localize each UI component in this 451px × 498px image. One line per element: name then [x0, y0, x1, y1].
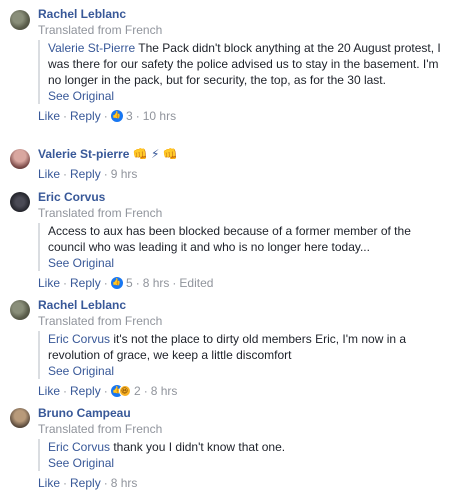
reply-button[interactable]: Reply: [70, 384, 101, 398]
like-button[interactable]: Like: [38, 167, 60, 181]
laughing-face-icon: 😆: [118, 385, 131, 397]
reaction-count[interactable]: 2: [134, 384, 141, 398]
comment-text: Valerie St-Pierre The Pack didn't block …: [38, 40, 443, 104]
mention-link[interactable]: Valerie St-Pierre: [48, 41, 135, 55]
comment-body: thank you I didn't know that one.: [110, 440, 286, 454]
reaction-badge[interactable]: 👍 😆: [110, 385, 131, 397]
avatar[interactable]: [10, 300, 30, 320]
translated-label: Translated from French: [38, 422, 163, 436]
reaction-badge[interactable]: 👍: [110, 277, 123, 289]
like-button[interactable]: Like: [38, 384, 60, 398]
reaction-badge[interactable]: 👍: [110, 110, 123, 122]
see-original-link[interactable]: See Original: [48, 255, 443, 271]
avatar[interactable]: [10, 408, 30, 428]
comment-author[interactable]: Eric Corvus: [38, 189, 443, 205]
avatar[interactable]: [10, 149, 30, 169]
thumbs-up-icon: 👍: [110, 277, 123, 289]
comment-author[interactable]: Bruno Campeau: [38, 405, 443, 421]
comment-text: Access to aux has been blocked because o…: [38, 223, 443, 271]
timestamp[interactable]: 9 hrs: [111, 167, 138, 181]
see-original-link[interactable]: See Original: [48, 455, 443, 471]
edited-label[interactable]: Edited: [179, 276, 213, 290]
see-original-link[interactable]: See Original: [48, 88, 443, 104]
thumbs-up-icon: 👍: [110, 110, 123, 122]
timestamp[interactable]: 8 hrs: [111, 476, 138, 490]
avatar[interactable]: [10, 192, 30, 212]
comment-actions: Like · Reply · 8 hrs: [38, 476, 138, 490]
comment-thread: Rachel Leblanc Translated from French Va…: [0, 0, 451, 498]
like-button[interactable]: Like: [38, 276, 60, 290]
comment-actions: Like · Reply · 9 hrs: [38, 167, 138, 181]
like-button[interactable]: Like: [38, 476, 60, 490]
comment-actions: Like · Reply · 👍 3 · 10 hrs: [38, 109, 177, 123]
reaction-count[interactable]: 3: [126, 109, 133, 123]
comment-author[interactable]: Rachel Leblanc: [38, 297, 443, 313]
mention-link[interactable]: Eric Corvus: [48, 332, 110, 346]
comment-text: Eric Corvus it's not the place to dirty …: [38, 331, 443, 379]
mention-link[interactable]: Eric Corvus: [48, 440, 110, 454]
reply-button[interactable]: Reply: [70, 276, 101, 290]
reply-button[interactable]: Reply: [70, 167, 101, 181]
avatar[interactable]: [10, 10, 30, 30]
timestamp[interactable]: 8 hrs: [143, 276, 170, 290]
comment-actions: Like · Reply · 👍 5 · 8 hrs · Edited: [38, 276, 214, 290]
reaction-count[interactable]: 5: [126, 276, 133, 290]
comment-text: Eric Corvus thank you I didn't know that…: [38, 439, 443, 471]
translated-label: Translated from French: [38, 206, 163, 220]
timestamp[interactable]: 10 hrs: [143, 109, 176, 123]
reply-button[interactable]: Reply: [70, 109, 101, 123]
author-name[interactable]: Valerie St-pierre: [38, 147, 129, 161]
like-button[interactable]: Like: [38, 109, 60, 123]
comment-body: Access to aux has been blocked because o…: [48, 224, 411, 254]
comment-actions: Like · Reply · 👍 😆 2 · 8 hrs: [38, 384, 178, 398]
comment-author: Valerie St-pierre 👊 ⚡ 👊: [38, 146, 443, 162]
emoji-reaction-text: 👊 ⚡ 👊: [132, 147, 178, 161]
translated-label: Translated from French: [38, 314, 163, 328]
translated-label: Translated from French: [38, 23, 163, 37]
see-original-link[interactable]: See Original: [48, 363, 443, 379]
reply-button[interactable]: Reply: [70, 476, 101, 490]
timestamp[interactable]: 8 hrs: [151, 384, 178, 398]
comment-author[interactable]: Rachel Leblanc: [38, 6, 443, 22]
